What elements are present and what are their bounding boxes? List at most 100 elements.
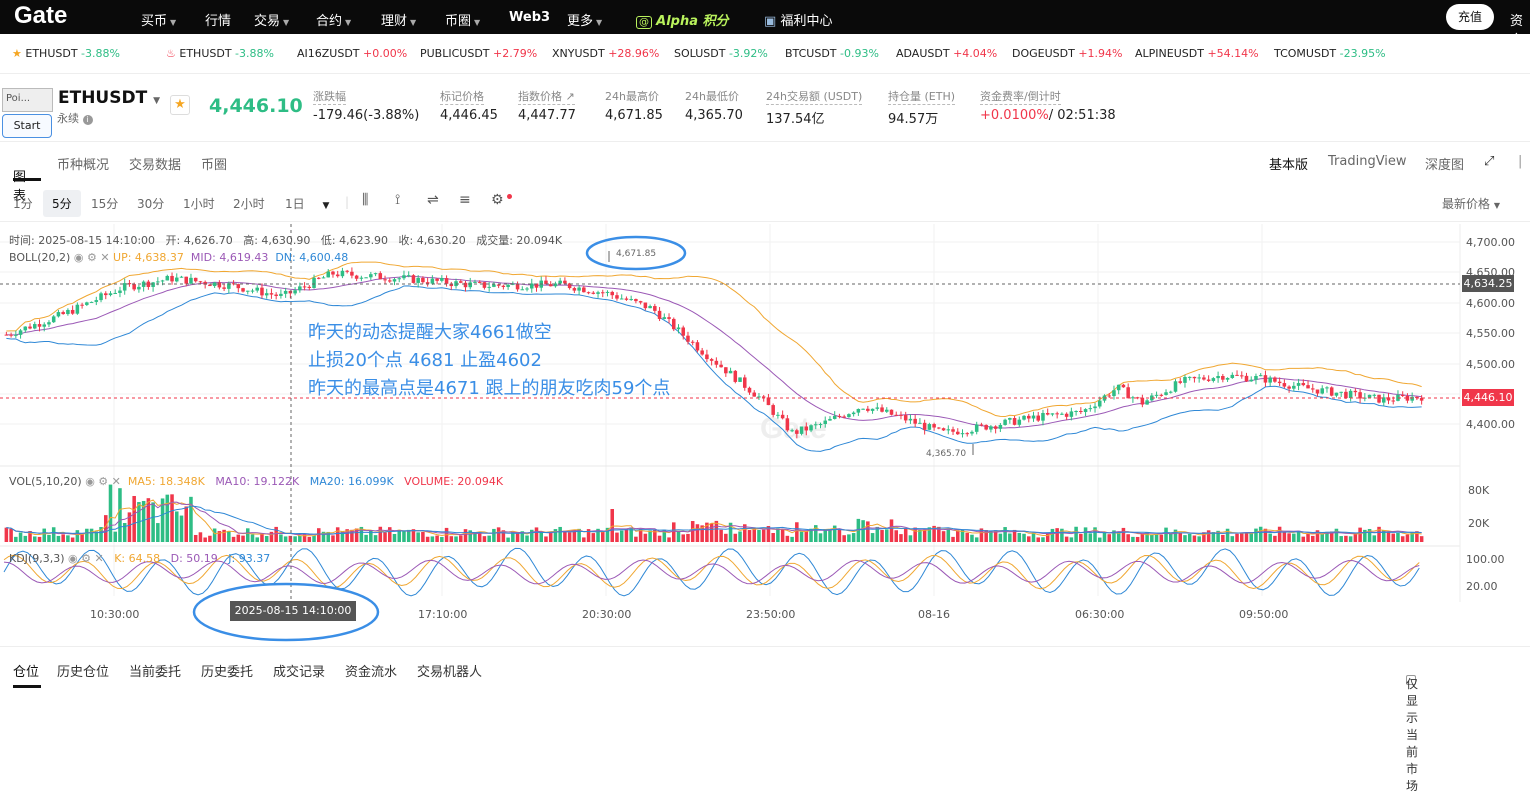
candle-body xyxy=(956,431,960,435)
eye-icon[interactable]: ◉ xyxy=(68,552,78,565)
candle-body xyxy=(681,327,685,336)
interval-30m[interactable]: 30分 xyxy=(137,195,164,212)
nav-trade[interactable]: 交易 ▼ xyxy=(254,10,289,29)
volume-bar xyxy=(998,533,1003,542)
nav-more[interactable]: 更多 ▼ xyxy=(567,10,602,29)
candle-body xyxy=(1329,387,1334,396)
ticker-item[interactable]: AI16ZUSDT +0.00% xyxy=(297,47,407,60)
drawing-icon[interactable]: ≡ xyxy=(459,192,471,208)
stat-label[interactable]: 指数价格 ↗ xyxy=(518,88,575,105)
ticker-item[interactable]: PUBLICUSDT +2.79% xyxy=(420,47,537,60)
candle-body xyxy=(1344,391,1348,399)
gear-icon[interactable]: ⚙ xyxy=(81,552,91,565)
tab-trade-history[interactable]: 成交记录 xyxy=(273,661,325,680)
candle-body xyxy=(1235,374,1239,376)
volume-bar xyxy=(894,530,898,542)
candle-body xyxy=(582,287,586,293)
ticker-item[interactable]: ♨ ETHUSDT -3.88% xyxy=(166,47,274,60)
volume-ma10-line xyxy=(6,501,1422,536)
nav-markets[interactable]: 行情 xyxy=(205,10,231,29)
gate-logo[interactable]: Gate xyxy=(14,2,67,30)
tab-trading-data[interactable]: 交易数据 xyxy=(129,154,181,173)
nav-square[interactable]: 币圈 ▼ xyxy=(445,10,480,29)
candle-body xyxy=(246,290,250,292)
chart-settings-icon[interactable]: ⚙ xyxy=(491,192,504,208)
scroll-handle[interactable]: | xyxy=(1518,154,1522,169)
candle-body xyxy=(1088,408,1093,410)
gear-icon[interactable]: ⚙ xyxy=(98,475,108,488)
nav-alpha[interactable]: @ Alpha 积分 xyxy=(636,10,729,29)
ticker-item[interactable]: DOGEUSDT +1.94% xyxy=(1012,47,1123,60)
tab-basic[interactable]: 基本版 xyxy=(1269,154,1308,173)
ticker-item[interactable]: ★ ETHUSDT -3.88% xyxy=(12,47,120,60)
deposit-button[interactable]: 充值 xyxy=(1446,4,1494,30)
nav-welfare[interactable]: ▣ 福利中心 xyxy=(764,10,832,29)
candle-body xyxy=(487,286,491,288)
settings-sliders-icon[interactable]: ⇌ xyxy=(427,192,439,208)
nav-web3[interactable]: Web3 xyxy=(509,10,550,25)
candle-body xyxy=(922,422,927,430)
tab-trading-bot[interactable]: 交易机器人 xyxy=(417,661,482,680)
nav-futures[interactable]: 合约 ▼ xyxy=(316,10,351,29)
volume-bar xyxy=(1083,527,1088,542)
tab-order-history[interactable]: 历史委托 xyxy=(201,661,253,680)
candle-body xyxy=(175,277,179,282)
eye-icon[interactable]: ◉ xyxy=(85,475,95,488)
tab-square[interactable]: 币圈 xyxy=(201,154,227,173)
volume-bar xyxy=(269,531,274,542)
stat-label[interactable]: 持仓量 (ETH) xyxy=(888,88,956,105)
ticker-item[interactable]: BTCUSDT -0.93% xyxy=(785,47,879,60)
candle-body xyxy=(965,433,969,435)
stat-label[interactable]: 标记价格 xyxy=(440,88,484,105)
fullscreen-icon[interactable]: ⤢ xyxy=(1484,154,1494,169)
contract-header: Poi... Start ETHUSDT ▼ 永续 i ★ 4,446.10 涨… xyxy=(0,74,1530,142)
close-icon[interactable]: ✕ xyxy=(94,552,103,565)
interval-1d[interactable]: 1日 ▼ xyxy=(285,195,329,212)
candle-body xyxy=(960,433,965,435)
tab-funding-flow[interactable]: 资金流水 xyxy=(345,661,397,680)
volume-bar xyxy=(1069,537,1074,542)
favorite-star-button[interactable]: ★ xyxy=(170,95,190,115)
start-button[interactable]: Start xyxy=(2,114,52,138)
interval-1h[interactable]: 1小时 xyxy=(183,195,215,212)
tab-overview[interactable]: 币种概况 xyxy=(57,154,109,173)
nav-earn[interactable]: 理财 ▼ xyxy=(381,10,416,29)
volume-bar xyxy=(828,529,832,542)
candle-body xyxy=(302,286,307,288)
tab-tradingview[interactable]: TradingView xyxy=(1328,154,1407,169)
indicator-icon[interactable]: ⟟ xyxy=(395,192,400,208)
interval-2h[interactable]: 2小时 xyxy=(233,195,265,212)
volume-bar xyxy=(1074,526,1078,542)
ticker-item[interactable]: XNYUSDT +28.96% xyxy=(552,47,659,60)
close-icon[interactable]: ✕ xyxy=(112,475,121,488)
gear-icon[interactable]: ⚙ xyxy=(87,251,97,264)
tab-positions[interactable]: 仓位 xyxy=(13,661,39,680)
ticker-item[interactable]: ADAUSDT +4.04% xyxy=(896,47,997,60)
candle-body xyxy=(1126,387,1130,399)
candle-body xyxy=(690,341,695,343)
volume-bar xyxy=(193,534,198,542)
interval-15m[interactable]: 15分 xyxy=(91,195,118,212)
interval-1m[interactable]: 1分 xyxy=(13,195,33,212)
ticker-item[interactable]: ALPINEUSDT +54.14% xyxy=(1135,47,1259,60)
close-icon[interactable]: ✕ xyxy=(100,251,109,264)
price-type-select[interactable]: 最新价格 ▼ xyxy=(1442,195,1500,212)
chart-svg[interactable]: Gate 4,671.85 4,365.70 昨天的动态提醒大家4661做空 止… xyxy=(0,224,1530,602)
candle-type-icon[interactable]: ⫼ xyxy=(362,192,368,208)
nav-buy-crypto[interactable]: 买币 ▼ xyxy=(141,10,176,29)
ticker-item[interactable]: SOLUSDT -3.92% xyxy=(674,47,768,60)
tab-depth[interactable]: 深度图 xyxy=(1425,154,1464,173)
eye-icon[interactable]: ◉ xyxy=(74,251,84,264)
volume-bar xyxy=(548,532,553,542)
volume-bar xyxy=(1206,530,1211,542)
tab-open-orders[interactable]: 当前委托 xyxy=(129,661,181,680)
candle-body xyxy=(577,287,581,291)
tab-position-history[interactable]: 历史仓位 xyxy=(57,661,109,680)
stat-label[interactable]: 资金费率/倒计时 xyxy=(980,88,1061,105)
kline-chart[interactable]: Gate 4,671.85 4,365.70 昨天的动态提醒大家4661做空 止… xyxy=(0,224,1530,602)
stat-label[interactable]: 24h交易额 (USDT) xyxy=(766,88,863,105)
volume-bar xyxy=(335,527,340,542)
interval-5m[interactable]: 5分 xyxy=(43,190,81,217)
symbol-selector[interactable]: ETHUSDT ▼ xyxy=(58,88,160,108)
ticker-item[interactable]: TCOMUSDT -23.95% xyxy=(1274,47,1386,60)
